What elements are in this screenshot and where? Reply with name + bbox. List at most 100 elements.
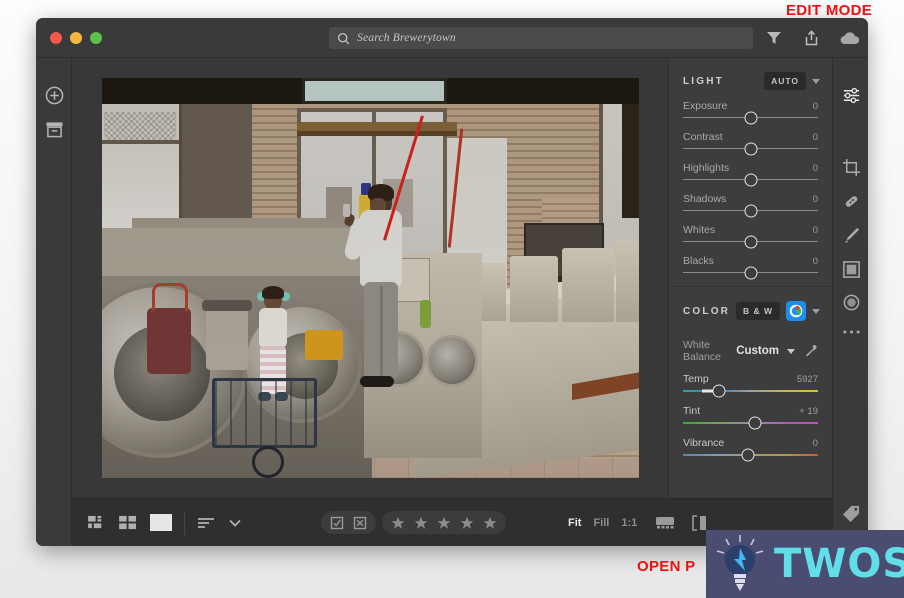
maximize-button[interactable] [90,32,102,44]
star-icon[interactable] [391,516,405,530]
slider-track[interactable] [683,384,818,398]
sort-chevron-down-icon[interactable] [229,519,241,527]
before-after-icon[interactable] [691,514,708,531]
color-section-title: COLOR [683,305,731,317]
slider-value: 0 [812,225,818,236]
slider-handle[interactable] [744,204,757,217]
ellipsis-icon[interactable] [840,321,862,343]
sliders-icon[interactable] [840,84,862,106]
color-section-header: COLOR B & W [669,287,832,331]
white-balance-value[interactable]: Custom [736,345,779,357]
annotation-open-panel-label: OPEN P [637,558,696,575]
zoom-fit-button[interactable]: Fit [568,517,581,529]
star-icon[interactable] [483,516,497,530]
application-window: Search Brewerytown LIGHT AUTO Exposure 0… [36,18,868,546]
zoom-controls: Fit Fill 1:1 [568,517,637,529]
slider-value: 0 [812,194,818,205]
watermark: TWOS [706,530,904,598]
photo-canvas[interactable] [72,58,668,498]
search-input[interactable]: Search Brewerytown [329,27,753,49]
grid-icon[interactable] [119,515,138,530]
star-icon[interactable] [460,516,474,530]
auto-button[interactable]: AUTO [764,72,806,90]
healing-brush-icon[interactable] [840,190,862,212]
slider-handle[interactable] [744,266,757,279]
slider-handle[interactable] [744,111,757,124]
bw-button[interactable]: B & W [735,302,780,320]
slider-temp: Temp 5927 [669,373,832,398]
flag-pick-icon[interactable] [330,516,344,530]
toolbar-divider [184,510,185,535]
star-icon[interactable] [437,516,451,530]
light-sliders: Exposure 0 Contrast 0 Highlights 0 Shadows 0 Whi… [669,100,832,279]
lightbulb-icon [712,533,768,595]
slider-track[interactable] [683,235,818,248]
slider-handle[interactable] [712,384,726,398]
brush-icon[interactable] [840,224,862,246]
light-chevron-down-icon[interactable] [812,78,820,84]
slider-handle[interactable] [744,142,757,155]
slider-vibrance: Vibrance 0 [669,437,832,462]
slider-label: Shadows [683,193,727,205]
slider-track[interactable] [683,204,818,217]
left-sidebar [36,58,72,546]
crop-icon[interactable] [840,156,862,178]
slider-value: 0 [812,256,818,267]
white-balance-row: White Balance Custom [669,331,832,373]
filmstrip-icon[interactable] [655,515,675,530]
zoom-1to1-button[interactable]: 1:1 [621,517,637,529]
sidebar-item-add-photos[interactable] [43,84,65,106]
minimize-button[interactable] [70,32,82,44]
slider-track[interactable] [683,111,818,124]
filter-icon[interactable] [764,28,784,48]
single-photo-icon[interactable] [150,514,172,531]
color-sliders: Temp 5927 Tint + 19 Vibrance 0 [669,373,832,462]
page-background: Search Brewerytown LIGHT AUTO Exposure 0… [0,0,904,598]
slider-handle[interactable] [744,235,757,248]
color-mix-icon[interactable] [786,301,806,321]
color-chevron-down-icon[interactable] [812,308,820,314]
slider-track[interactable] [683,266,818,279]
watermark-text: TWOS [774,541,904,587]
gradient-icon[interactable] [840,258,862,280]
slider-label: Blacks [683,255,714,267]
slider-label: Highlights [683,162,730,174]
slider-label: Vibrance [683,437,725,449]
slider-value: 5927 [796,374,818,385]
traffic-lights [50,32,102,44]
slider-contrast: Contrast 0 [669,131,832,155]
slider-value: 0 [812,132,818,143]
light-section-title: LIGHT [683,75,724,87]
flag-reject-icon[interactable] [353,516,367,530]
grid-detail-icon[interactable] [88,515,107,530]
slider-shadows: Shadows 0 [669,193,832,217]
cloud-icon[interactable] [838,28,862,48]
slider-track[interactable] [683,416,818,430]
slider-handle[interactable] [748,416,762,430]
slider-handle[interactable] [744,173,757,186]
slider-track[interactable] [683,142,818,155]
slider-handle[interactable] [741,448,755,462]
slider-label: Contrast [683,131,723,143]
sort-icon[interactable] [197,516,217,530]
slider-track[interactable] [683,448,818,462]
photo-image[interactable] [101,78,639,478]
sidebar-item-archive[interactable] [43,118,65,140]
star-rating[interactable] [382,511,506,534]
search-placeholder-text: Search Brewerytown [357,32,456,44]
slider-track[interactable] [683,173,818,186]
eyedropper-icon[interactable] [803,344,818,359]
flag-group [321,511,376,534]
zoom-fill-button[interactable]: Fill [593,517,609,529]
share-icon[interactable] [801,28,821,48]
tag-icon[interactable] [840,502,862,524]
radial-icon[interactable] [840,291,862,313]
light-section-header: LIGHT AUTO [669,58,832,100]
close-button[interactable] [50,32,62,44]
star-icon[interactable] [414,516,428,530]
slider-label: Exposure [683,100,728,112]
view-compare-controls [655,514,708,531]
white-balance-chevron-down-icon[interactable] [787,348,795,354]
slider-tint: Tint + 19 [669,405,832,430]
slider-label: Whites [683,224,716,236]
